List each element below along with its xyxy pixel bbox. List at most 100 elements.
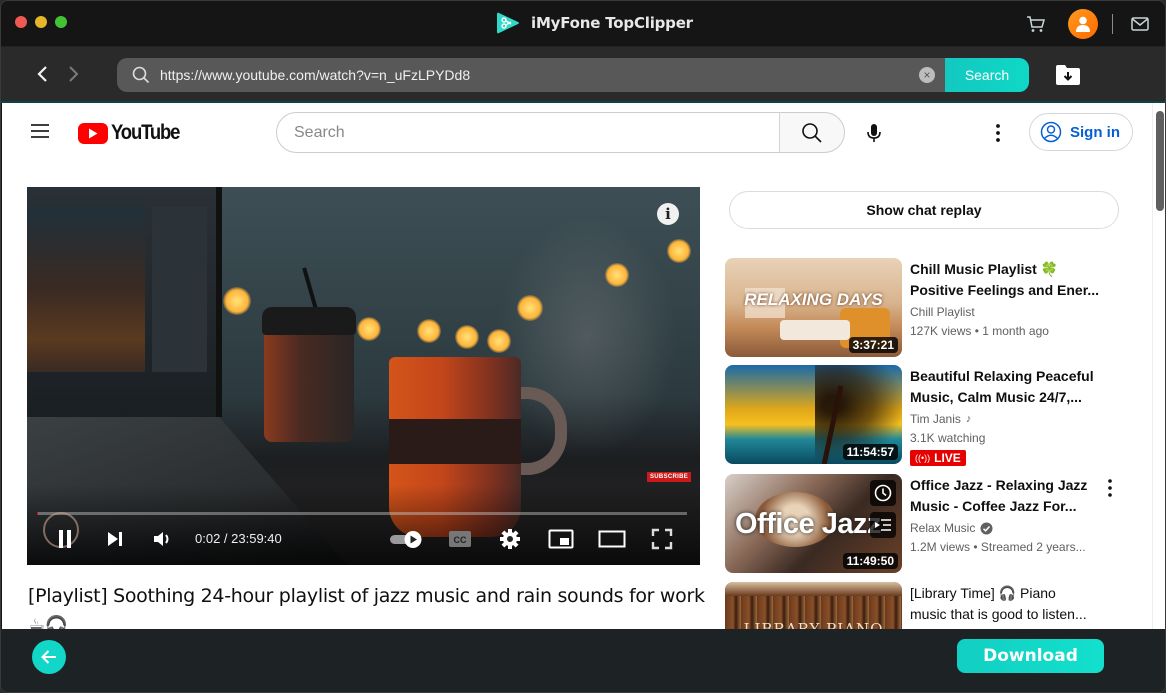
- verified-icon: [980, 522, 993, 535]
- controls-overlay: [27, 485, 700, 565]
- app-title: iMyFone TopClipper: [495, 9, 693, 37]
- time-display: 0:02 / 23:59:40: [195, 531, 282, 546]
- video-title-line[interactable]: Positive Feelings and Ener...: [910, 280, 1115, 301]
- volume-icon: [154, 532, 169, 546]
- sign-in-label: Sign in: [1070, 123, 1120, 141]
- music-note-icon: ♪: [965, 413, 972, 425]
- recommended-video[interactable]: 11:54:57 Beautiful Relaxing Peaceful Mus…: [725, 365, 1145, 466]
- youtube-header: YouTube Search Sign in: [2, 103, 1152, 161]
- youtube-search-box: [276, 112, 780, 153]
- info-icon[interactable]: i: [657, 203, 679, 225]
- video-title-line[interactable]: Office Jazz - Relaxing Jazz: [910, 475, 1115, 496]
- video-meta: 127K views • 1 month ago: [910, 324, 1049, 338]
- bokeh-light: [667, 239, 691, 263]
- youtube-logo-text: YouTube: [111, 121, 180, 144]
- bokeh-light: [417, 319, 441, 343]
- live-label: LIVE: [934, 451, 961, 465]
- youtube-search-button[interactable]: [779, 112, 845, 153]
- miniplayer-icon: [548, 529, 574, 549]
- next-button[interactable]: [103, 527, 127, 551]
- channel-name[interactable]: Relax Music: [910, 519, 975, 538]
- forward-arrow-icon[interactable]: [63, 64, 83, 84]
- account-icon: [1040, 121, 1062, 143]
- app-logo-icon: [497, 12, 519, 34]
- hamburger-menu-icon[interactable]: [30, 123, 50, 139]
- video-title-line[interactable]: music that is good to listen...: [910, 604, 1115, 625]
- page-scrollbar[interactable]: [1152, 103, 1165, 629]
- subscribe-watermark[interactable]: SUBSCRIBE: [647, 472, 692, 482]
- window-controls: [15, 16, 67, 28]
- video-thumbnail[interactable]: LIBRARY PIANO: [725, 582, 902, 629]
- video-title-line[interactable]: Chill Music Playlist 🍀: [910, 259, 1115, 280]
- close-window-button[interactable]: [15, 16, 27, 28]
- bokeh-light: [605, 263, 629, 287]
- video-title-line[interactable]: [Library Time] 🎧 Piano: [910, 583, 1115, 604]
- download-button[interactable]: Download: [957, 639, 1104, 673]
- url-search-button[interactable]: Search: [945, 58, 1029, 92]
- recommended-video[interactable]: LIBRARY PIANO [Library Time] 🎧 Piano mus…: [725, 582, 1145, 629]
- sign-in-button[interactable]: Sign in: [1029, 113, 1133, 151]
- pause-button[interactable]: [51, 527, 79, 551]
- volume-button[interactable]: [151, 527, 175, 551]
- bokeh-light: [487, 329, 511, 353]
- live-broadcast-icon: ((•)): [915, 453, 931, 463]
- video-title-line[interactable]: Music - Coffee Jazz For...: [910, 496, 1115, 517]
- more-options-icon[interactable]: [1103, 478, 1117, 498]
- miniplayer-button[interactable]: [547, 527, 575, 551]
- back-button[interactable]: [32, 640, 66, 674]
- mail-icon[interactable]: [1131, 17, 1149, 31]
- microphone-icon[interactable]: [862, 121, 886, 145]
- video-thumbnail[interactable]: RELAXING DAYS 3:37:21: [725, 258, 902, 357]
- video-thumbnail[interactable]: Office Jazz 11:49:50: [725, 474, 902, 573]
- arrow-left-icon: [41, 650, 56, 664]
- video-meta: 1.2M views • Streamed 2 years...: [910, 540, 1086, 554]
- youtube-play-icon: [78, 122, 108, 144]
- progress-bar[interactable]: [37, 512, 687, 515]
- bokeh-light: [223, 287, 251, 315]
- clear-url-icon[interactable]: ×: [919, 67, 935, 83]
- video-thumbnail[interactable]: 11:54:57: [725, 365, 902, 464]
- video-title-line[interactable]: Music, Calm Music 24/7,...: [910, 387, 1115, 408]
- thumbnail-text: LIBRARY PIANO: [743, 620, 884, 629]
- add-to-queue-button[interactable]: [870, 512, 896, 538]
- user-avatar[interactable]: [1068, 9, 1098, 39]
- youtube-logo[interactable]: YouTube: [78, 121, 189, 145]
- watch-later-button[interactable]: [870, 480, 896, 506]
- theater-mode-button[interactable]: [597, 527, 627, 551]
- video-title-line[interactable]: Beautiful Relaxing Peaceful: [910, 366, 1115, 387]
- more-options-icon[interactable]: [988, 121, 1008, 145]
- thumbnail-text: RELAXING DAYS: [744, 290, 883, 309]
- video-player[interactable]: i SUBSCRIBE 0:02 / 23:59:40 CC: [27, 187, 700, 565]
- autoplay-toggle[interactable]: [387, 527, 425, 551]
- skip-next-icon: [108, 532, 122, 546]
- youtube-search-input[interactable]: [294, 123, 779, 142]
- video-title: [Playlist] Soothing 24-hour playlist of …: [28, 585, 705, 629]
- channel-name[interactable]: Tim Janis: [910, 410, 961, 429]
- search-icon: [802, 122, 822, 143]
- minimize-window-button[interactable]: [35, 16, 47, 28]
- pause-icon: [59, 530, 71, 548]
- download-folder-icon[interactable]: [1055, 64, 1081, 86]
- fullscreen-button[interactable]: [649, 527, 675, 551]
- scrollbar-thumb[interactable]: [1156, 111, 1164, 211]
- theater-icon: [598, 530, 626, 548]
- cart-icon[interactable]: [1026, 14, 1046, 34]
- url-input[interactable]: [160, 67, 919, 83]
- bokeh-light: [357, 317, 381, 341]
- recommended-video[interactable]: RELAXING DAYS 3:37:21 Chill Music Playli…: [725, 258, 1145, 358]
- thumbnail-text: Office Jazz: [735, 508, 882, 540]
- captions-button[interactable]: CC: [447, 527, 473, 551]
- channel-row: Tim Janis ♪: [910, 410, 1115, 429]
- cc-icon: CC: [449, 531, 471, 547]
- channel-name[interactable]: Chill Playlist: [910, 303, 1115, 322]
- back-arrow-icon[interactable]: [33, 64, 53, 84]
- video-scene-mug-band: [389, 419, 521, 464]
- app-window: iMyFone TopClipper https://www.youtube.c…: [0, 0, 1166, 693]
- autoplay-icon: [390, 531, 422, 548]
- settings-button[interactable]: [497, 527, 523, 551]
- maximize-window-button[interactable]: [55, 16, 67, 28]
- video-scene-laptop: [27, 187, 222, 417]
- user-icon: [1076, 16, 1090, 32]
- recommended-video[interactable]: Office Jazz 11:49:50 Office Jazz - Relax…: [725, 474, 1145, 574]
- show-chat-replay-button[interactable]: Show chat replay: [729, 191, 1119, 229]
